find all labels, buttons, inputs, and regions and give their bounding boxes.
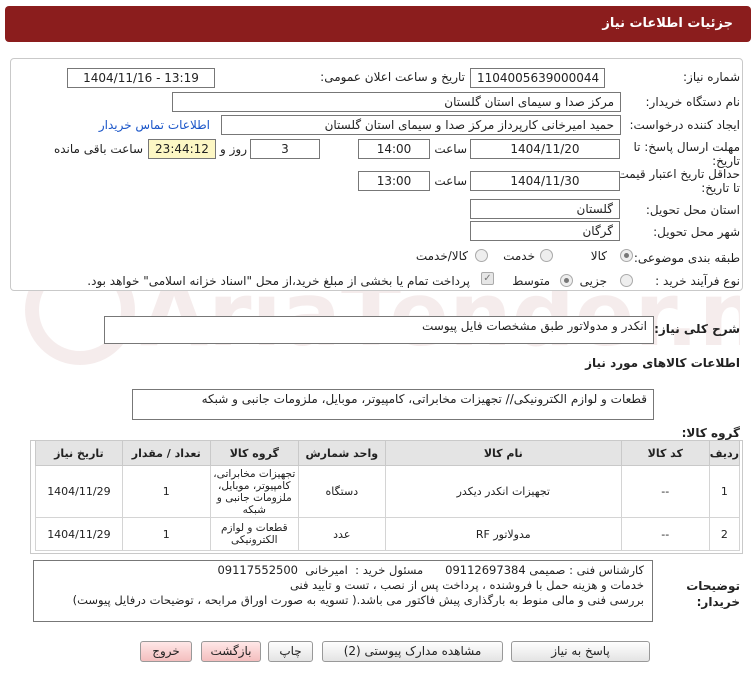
days-field: 3 — [250, 139, 320, 159]
table-row[interactable]: 2 -- مدولاتور RF عدد قطعات و لوازم الکتر… — [35, 517, 741, 551]
buyer-desc-line1: کارشناس فنی : صمیمی 09112697384 مسئول خر… — [217, 563, 644, 577]
category-service-radio[interactable] — [540, 249, 553, 262]
exit-button[interactable]: خروج — [140, 641, 192, 662]
need-number-field: 1104005639000044 — [470, 68, 605, 88]
process-medium-label: متوسط — [512, 274, 550, 288]
requester-field: حمید امیرخانی کارپرداز مرکز صدا و سیمای … — [221, 115, 621, 135]
summary-label: شرح کلی نیاز: — [654, 322, 740, 336]
buyer-desc-line2: خدمات و هزینه حمل با فروشنده ، پرداخت پس… — [289, 578, 644, 592]
goods-info-title: اطلاعات کالاهای مورد نیاز — [585, 356, 740, 370]
buyer-desc-line3: بررسی فنی و مالی منوط به بارگذاری پیش فا… — [72, 593, 644, 607]
buyer-desc-box: کارشناس فنی : صمیمی 09112697384 مسئول خر… — [33, 560, 653, 622]
back-button[interactable]: بازگشت — [201, 641, 261, 662]
validity-time-label: ساعت — [434, 174, 467, 188]
cell-name: مدولاتور RF — [384, 517, 622, 551]
col-header-name: نام کالا — [384, 440, 622, 466]
goods-group-label: گروه کالا: — [681, 426, 740, 440]
cell-date: 1404/11/29 — [35, 517, 123, 551]
cell-name: تجهیزات انکدر دیکدر — [384, 465, 622, 518]
buyer-org-field: مرکز صدا و سیمای استان گلستان — [172, 92, 621, 112]
goods-table: ردیف کد کالا نام کالا واحد شمارش گروه کا… — [35, 440, 741, 551]
attachments-button[interactable]: مشاهده مدارک پیوستی (2) — [322, 641, 503, 662]
col-header-row-number: ردیف — [708, 440, 741, 466]
cell-unit: دستگاه — [297, 465, 386, 518]
validity-time-field: 13:00 — [358, 171, 430, 191]
category-goods-service-label: کالا/خدمت — [415, 249, 468, 263]
col-header-quantity: تعداد / مقدار — [121, 440, 211, 466]
col-header-date: تاریخ نیاز — [35, 440, 123, 466]
category-goods-service-radio[interactable] — [475, 249, 488, 262]
cell-quantity: 1 — [121, 465, 211, 518]
reply-time-field: 14:00 — [358, 139, 430, 159]
process-label: نوع فرآیند خرید : — [655, 274, 740, 288]
category-label: طبقه بندی موضوعی: — [633, 251, 740, 265]
process-partial-radio[interactable] — [620, 274, 633, 287]
need-number-label: شماره نیاز: — [683, 70, 740, 84]
page-title: جزئیات اطلاعات نیاز — [602, 16, 733, 31]
category-goods-label: کالا — [590, 249, 607, 263]
payment-note: پرداخت تمام یا بخشی از مبلغ خرید،از محل … — [87, 274, 470, 288]
category-service-label: خدمت — [503, 249, 535, 263]
process-medium-radio[interactable] — [560, 274, 573, 287]
col-header-group: گروه کالا — [209, 440, 299, 466]
price-validity-label: حداقل تاریخ اعتبار قیمت: تا تاریخ: — [613, 167, 740, 195]
cell-unit: عدد — [297, 517, 386, 551]
goods-group-field: قطعات و لوازم الکترونیکی// تجهیزات مخابر… — [132, 389, 654, 420]
col-header-code: کد کالا — [620, 440, 710, 466]
cell-group: قطعات و لوازم الکترونیکی — [209, 517, 299, 551]
cell-code: -- — [620, 517, 710, 551]
treasury-checkbox[interactable]: ✓ — [481, 272, 494, 285]
requester-label: ایجاد کننده درخواست: — [629, 118, 740, 132]
reply-date-field: 1404/11/20 — [470, 139, 620, 159]
page-header: جزئیات اطلاعات نیاز — [5, 6, 751, 42]
buyer-desc-label: توضیحات خریدار: — [686, 579, 740, 609]
reply-deadline-label: مهلت ارسال پاسخ: تا تاریخ: — [633, 140, 740, 168]
category-goods-radio[interactable] — [620, 249, 633, 262]
reply-time-label: ساعت — [434, 142, 467, 156]
cell-row-number: 2 — [708, 517, 741, 551]
announce-label: تاریخ و ساعت اعلان عمومی: — [320, 70, 465, 84]
table-row[interactable]: 1 -- تجهیزات انکدر دیکدر دستگاه تجهیزات … — [35, 465, 741, 518]
buyer-org-label: نام دستگاه خریدار: — [645, 95, 741, 109]
table-header-row: ردیف کد کالا نام کالا واحد شمارش گروه کا… — [35, 440, 741, 466]
cell-quantity: 1 — [121, 517, 211, 551]
cell-group: تجهیزات مخابراتی، کامپیوتر، موبایل، ملزو… — [209, 465, 299, 518]
province-label: استان محل تحویل: — [645, 203, 740, 217]
remaining-label: ساعت باقی مانده — [53, 142, 143, 156]
process-partial-label: جزیی — [579, 274, 607, 288]
remaining-time-field: 23:44:12 — [148, 139, 216, 159]
city-field: گرگان — [470, 221, 620, 241]
summary-field: انکدر و مدولاتور طبق مشخصات فایل پیوست — [104, 316, 654, 344]
announce-field: 1404/11/16 - 13:19 — [67, 68, 215, 88]
buyer-contact-link[interactable]: اطلاعات تماس خریدار — [99, 118, 210, 132]
col-header-unit: واحد شمارش — [297, 440, 386, 466]
reply-button[interactable]: پاسخ به نیاز — [511, 641, 650, 662]
print-button[interactable]: چاپ — [268, 641, 313, 662]
days-label: روز و — [220, 142, 247, 156]
province-field: گلستان — [470, 199, 620, 219]
cell-code: -- — [620, 465, 710, 518]
cell-row-number: 1 — [708, 465, 741, 518]
cell-date: 1404/11/29 — [35, 465, 123, 518]
validity-date-field: 1404/11/30 — [470, 171, 620, 191]
city-label: شهر محل تحویل: — [653, 225, 740, 239]
